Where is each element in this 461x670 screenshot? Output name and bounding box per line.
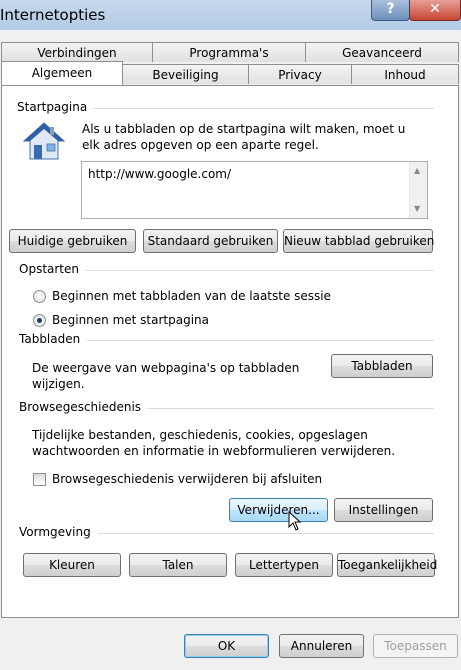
talen-button[interactable]: Talen <box>129 553 227 577</box>
tabbladen-description: De weergave van webpagina's op tabbladen… <box>32 361 300 391</box>
instellingen-button[interactable]: Instellingen <box>334 498 433 522</box>
scroll-down-icon[interactable]: ▼ <box>414 204 420 213</box>
dialog: Verbindingen Programma's Geavanceerd Alg… <box>0 30 461 670</box>
huidige-gebruiken-button[interactable]: Huidige gebruiken <box>9 229 136 253</box>
delete-on-exit-checkbox[interactable] <box>33 473 46 486</box>
tabbladen-button[interactable]: Tabbladen <box>331 354 433 378</box>
tab-beveiliging[interactable]: Beveiliging <box>122 64 249 84</box>
radio-last-session[interactable] <box>33 290 46 303</box>
radio-startpagina[interactable] <box>33 314 46 327</box>
radio-last-session-label[interactable]: Beginnen met tabbladen van de laatste se… <box>52 288 331 304</box>
group-divider <box>82 108 434 109</box>
standaard-gebruiken-button[interactable]: Standaard gebruiken <box>143 229 278 253</box>
tab-inhoud[interactable]: Inhoud <box>351 64 459 84</box>
browsegeschiedenis-label: Browsegeschiedenis <box>19 400 148 414</box>
browsegeschiedenis-description: Tijdelijke bestanden, geschiedenis, cook… <box>32 428 396 458</box>
opstarten-label: Opstarten <box>19 262 85 276</box>
tab-privacy[interactable]: Privacy <box>248 64 352 84</box>
group-divider <box>142 408 434 409</box>
tab-geavanceerd[interactable]: Geavanceerd <box>305 42 459 62</box>
group-divider <box>82 270 434 271</box>
tabbladen-label: Tabbladen <box>19 332 87 346</box>
delete-on-exit-label[interactable]: Browsegeschiedenis verwijderen bij afslu… <box>52 471 322 487</box>
radio-startpagina-label[interactable]: Beginnen met startpagina <box>52 312 209 328</box>
annuleren-button[interactable]: Annuleren <box>279 634 364 658</box>
startpagina-url-value: http://www.google.com/ <box>88 167 232 181</box>
window-title: Internetopties <box>0 6 106 24</box>
scroll-up-icon[interactable]: ▲ <box>414 166 420 175</box>
group-divider <box>98 533 434 534</box>
startpagina-description: Als u tabbladen op de startpagina wilt m… <box>82 122 406 152</box>
verwijderen-button[interactable]: Verwijderen... <box>229 498 328 522</box>
group-divider <box>87 340 434 341</box>
startpagina-url-input[interactable]: http://www.google.com/ ▲ ▼ <box>81 161 428 219</box>
nieuw-tabblad-gebruiken-button[interactable]: Nieuw tabblad gebruiken <box>283 229 434 253</box>
startpagina-label: Startpagina <box>17 100 94 114</box>
textarea-scrollbar[interactable]: ▲ ▼ <box>409 162 427 218</box>
kleuren-button[interactable]: Kleuren <box>23 553 121 577</box>
tab-algemeen[interactable]: Algemeen <box>1 61 123 85</box>
tab-programmas[interactable]: Programma's <box>152 42 306 62</box>
tab-panel-algemeen: Startpagina Als u tabbladen op de startp… <box>1 85 459 618</box>
close-button[interactable]: ✕ <box>409 0 461 21</box>
tab-verbindingen[interactable]: Verbindingen <box>1 42 153 62</box>
ok-button[interactable]: OK <box>184 634 269 658</box>
toegankelijkheid-button[interactable]: Toegankelijkheid <box>337 553 437 577</box>
help-button[interactable]: ? <box>371 0 410 21</box>
lettertypen-button[interactable]: Lettertypen <box>235 553 333 577</box>
vormgeving-label: Vormgeving <box>19 525 97 539</box>
toepassen-button[interactable]: Toepassen <box>373 634 458 658</box>
house-icon <box>22 121 66 161</box>
title-bar: Internetopties ? ✕ <box>0 0 461 30</box>
